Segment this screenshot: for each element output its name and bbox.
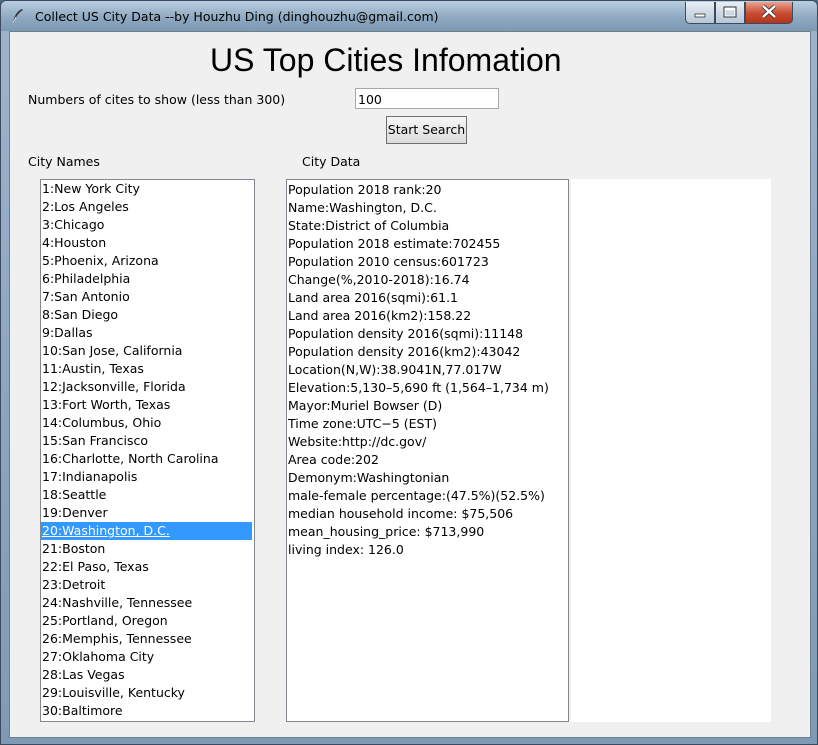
list-item[interactable]: 25:Portland, Oregon xyxy=(41,612,254,630)
list-item[interactable]: 27:Oklahoma City xyxy=(41,648,254,666)
list-item[interactable]: 21:Boston xyxy=(41,540,254,558)
city-names-listbox[interactable]: 1:New York City 2:Los Angeles 3:Chicago 4:H… xyxy=(40,179,255,722)
list-item[interactable]: 16:Charlotte, North Carolina xyxy=(41,450,254,468)
city-data-textbox[interactable]: Population 2018 rank:20 Name:Washington, … xyxy=(286,179,569,722)
list-item[interactable]: 5:Phoenix, Arizona xyxy=(41,252,254,270)
data-line: living index: 126.0 xyxy=(288,542,404,557)
maximize-button[interactable] xyxy=(715,2,745,24)
list-item[interactable]: 14:Columbus, Ohio xyxy=(41,414,254,432)
list-item[interactable]: 23:Detroit xyxy=(41,576,254,594)
list-item[interactable]: 26:Memphis, Tennessee xyxy=(41,630,254,648)
page-title: US Top Cities Infomation xyxy=(210,42,562,78)
close-icon xyxy=(761,4,777,19)
list-item[interactable]: 6:Philadelphia xyxy=(41,270,254,288)
start-search-button[interactable]: Start Search xyxy=(386,116,467,144)
city-names-label: City Names xyxy=(28,154,100,169)
list-item[interactable]: 9:Dallas xyxy=(41,324,254,342)
window-title: Collect US City Data --by Houzhu Ding (d… xyxy=(35,9,439,24)
city-count-input[interactable] xyxy=(355,88,499,109)
list-item[interactable]: 3:Chicago xyxy=(41,216,254,234)
list-item[interactable]: 18:Seattle xyxy=(41,486,254,504)
app-window: Collect US City Data --by Houzhu Ding (d… xyxy=(0,0,818,745)
data-line: Population density 2016(sqmi):11148 xyxy=(288,326,524,341)
data-line: Change(%,2010-2018):16.74 xyxy=(288,272,470,287)
city-data-label: City Data xyxy=(302,154,361,169)
list-item[interactable]: 12:Jacksonville, Florida xyxy=(41,378,254,396)
data-line: Mayor:Muriel Bowser (D) xyxy=(288,398,443,413)
data-line: male-female percentage:(47.5%)(52.5%) xyxy=(288,488,545,503)
data-line: Land area 2016(sqmi):61.1 xyxy=(288,290,459,305)
data-line: Population 2010 census:601723 xyxy=(288,254,489,269)
blank-panel xyxy=(571,179,771,722)
list-item[interactable]: 10:San Jose, California xyxy=(41,342,254,360)
list-item[interactable]: 11:Austin, Texas xyxy=(41,360,254,378)
list-item[interactable]: 7:San Antonio xyxy=(41,288,254,306)
title-bar[interactable]: Collect US City Data --by Houzhu Ding (d… xyxy=(1,1,817,31)
data-line: mean_housing_price: $713,990 xyxy=(288,524,485,539)
data-line: median household income: $75,506 xyxy=(288,506,514,521)
data-line: Land area 2016(km2):158.22 xyxy=(288,308,472,323)
list-item[interactable]: 19:Denver xyxy=(41,504,254,522)
list-item[interactable]: 30:Baltimore xyxy=(41,702,254,720)
data-line: Elevation:5,130–5,690 ft (1,564–1,734 m) xyxy=(288,380,549,395)
data-line: Population 2018 rank:20 xyxy=(288,182,442,197)
main-panel: US Top Cities Infomation Numbers of cite… xyxy=(9,31,811,738)
data-line: Area code:202 xyxy=(288,452,379,467)
data-line: Population density 2016(km2):43042 xyxy=(288,344,521,359)
count-label: Numbers of cites to show (less than 300) xyxy=(28,92,286,107)
list-item[interactable]: 24:Nashville, Tennessee xyxy=(41,594,254,612)
list-item[interactable]: 17:Indianapolis xyxy=(41,468,254,486)
maximize-icon xyxy=(723,6,737,18)
data-line: Location(N,W):38.9041N,77.017W xyxy=(288,362,502,377)
minimize-icon xyxy=(694,13,706,18)
feather-icon xyxy=(12,9,23,24)
minimize-button[interactable] xyxy=(685,2,715,24)
data-line: Time zone:UTC−5 (EST) xyxy=(288,416,437,431)
data-line: Population 2018 estimate:702455 xyxy=(288,236,501,251)
list-item[interactable]: 2:Los Angeles xyxy=(41,198,254,216)
list-item[interactable]: 20:Washington, D.C. xyxy=(41,522,252,540)
data-line: Website:http://dc.gov/ xyxy=(288,434,427,449)
close-button[interactable] xyxy=(745,2,793,24)
list-item[interactable]: 4:Houston xyxy=(41,234,254,252)
list-item[interactable]: 15:San Francisco xyxy=(41,432,254,450)
list-item[interactable]: 29:Louisville, Kentucky xyxy=(41,684,254,702)
data-line: Demonym:Washingtonian xyxy=(288,470,450,485)
data-line: State:District of Columbia xyxy=(288,218,450,233)
list-item[interactable]: 1:New York City xyxy=(41,180,254,198)
list-item[interactable]: 13:Fort Worth, Texas xyxy=(41,396,254,414)
list-item[interactable]: 28:Las Vegas xyxy=(41,666,254,684)
list-item[interactable]: 22:El Paso, Texas xyxy=(41,558,254,576)
list-item[interactable]: 8:San Diego xyxy=(41,306,254,324)
data-line: Name:Washington, D.C. xyxy=(288,200,437,215)
